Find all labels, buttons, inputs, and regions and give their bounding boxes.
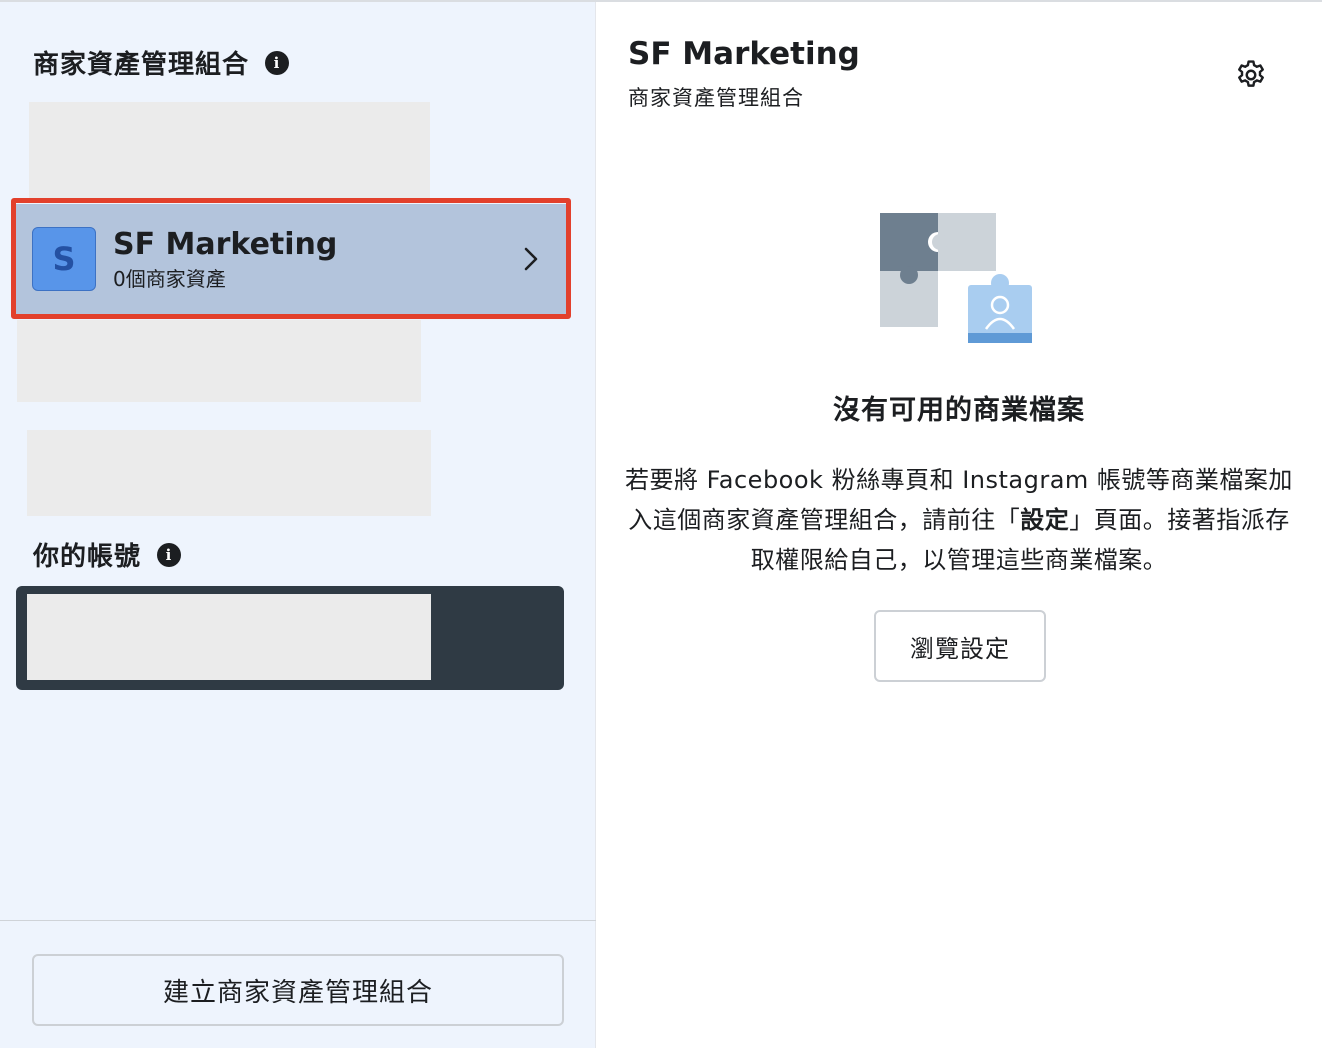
- portfolio-item-text: SF Marketing 0個商家資產: [113, 226, 520, 293]
- business-portfolios-heading-text: 商家資產管理組合: [33, 50, 250, 80]
- your-account-heading: 你的帳號 i: [33, 536, 182, 573]
- business-portfolio-sidebar: 商家資產管理組合 i S SF Marketing 0個商家資產 你的帳號 i …: [0, 2, 596, 1048]
- create-business-portfolio-button[interactable]: 建立商家資產管理組合: [32, 954, 564, 1026]
- business-portfolio-item-sf-marketing[interactable]: S SF Marketing 0個商家資產: [14, 204, 568, 314]
- settings-keyword: 設定: [1020, 506, 1070, 534]
- empty-state-title: 沒有可用的商業檔案: [833, 395, 1085, 426]
- info-icon[interactable]: i: [157, 542, 182, 567]
- portfolio-title: SF Marketing: [628, 36, 860, 72]
- info-icon[interactable]: i: [265, 50, 290, 75]
- account-card[interactable]: [16, 586, 564, 690]
- avatar: S: [32, 227, 96, 291]
- your-account-heading-text: 你的帳號: [33, 542, 142, 572]
- redacted-account-info: [27, 594, 431, 680]
- footer-divider: [0, 920, 596, 921]
- portfolio-detail-panel: SF Marketing 商家資產管理組合 沒有可用的商業檔案 若要將 Face…: [596, 2, 1322, 1048]
- browse-settings-button[interactable]: 瀏覽設定: [874, 610, 1046, 682]
- app-window: 商家資產管理組合 i S SF Marketing 0個商家資產 你的帳號 i …: [0, 0, 1322, 1048]
- puzzle-illustration: [880, 213, 1032, 343]
- redacted-portfolio-item: [17, 320, 421, 402]
- business-portfolios-heading: 商家資產管理組合 i: [33, 44, 290, 81]
- empty-state-description: 若要將 Facebook 粉絲專頁和 Instagram 帳號等商業檔案加入這個…: [624, 460, 1294, 580]
- redacted-portfolio-item: [29, 102, 430, 200]
- chevron-right-icon: [524, 247, 538, 271]
- gear-icon[interactable]: [1234, 58, 1268, 92]
- portfolio-name: SF Marketing: [113, 226, 338, 262]
- portfolio-subtitle: 商家資產管理組合: [628, 86, 804, 110]
- portfolio-asset-count: 0個商家資產: [113, 266, 226, 291]
- redacted-portfolio-item: [27, 430, 431, 516]
